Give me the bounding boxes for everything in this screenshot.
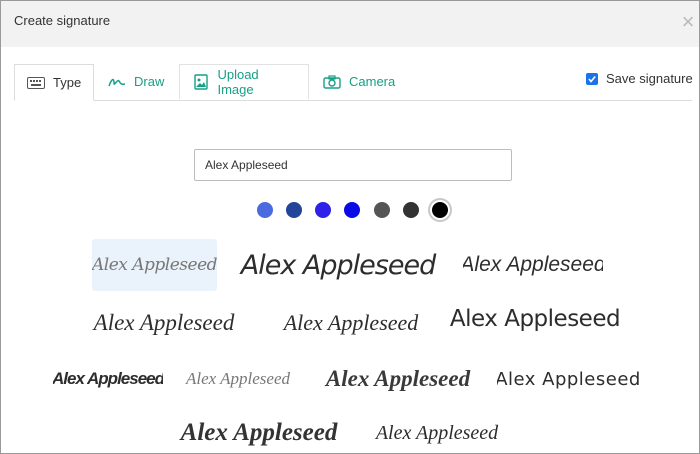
color-swatch[interactable] [286,202,302,218]
signature-option[interactable]: Alex Appleseed [233,241,443,289]
create-signature-dialog: Create signature × Type Draw Upload Imag… [0,0,700,454]
color-swatch[interactable] [257,202,273,218]
color-picker [257,201,457,221]
dialog-title: Create signature [14,13,111,28]
signature-option[interactable]: Alex Appleseed [497,361,639,397]
signature-option[interactable]: Alex Appleseed [53,361,163,397]
signature-option[interactable]: Alex Appleseed [357,415,517,451]
signature-option[interactable]: Alex Appleseed [447,299,623,339]
signature-option[interactable]: Alex Appleseed [315,359,481,399]
save-signature-label: Save signature [606,71,693,86]
tab-upload-image-label: Upload Image [217,67,259,97]
signature-option[interactable]: Alex Appleseed [177,413,341,453]
tab-draw-label: Draw [134,74,165,89]
color-swatch[interactable] [374,202,390,218]
camera-icon [323,74,341,90]
tab-draw[interactable]: Draw [96,64,176,99]
color-swatch[interactable] [344,202,360,218]
tab-upload-image[interactable]: Upload Image [179,64,309,99]
image-icon [192,74,209,90]
tab-type[interactable]: Type [14,64,94,101]
scribble-icon [108,74,126,90]
name-input[interactable] [194,149,512,181]
save-signature-option[interactable]: Save signature [586,71,693,86]
signature-option[interactable]: Alex Appleseed [463,245,603,285]
signature-option[interactable]: Alex Appleseed [92,239,217,291]
signature-option[interactable]: Alex Appleseed [179,361,297,397]
signature-option[interactable]: Alex Appleseed [275,303,427,343]
color-swatch[interactable] [403,202,419,218]
tab-camera-label: Camera [349,74,396,89]
close-icon[interactable]: × [677,11,699,33]
save-signature-checkbox[interactable] [586,72,598,85]
signature-option[interactable]: Alex Appleseed [73,303,255,343]
color-swatch[interactable] [315,202,331,218]
tab-camera[interactable]: Camera [311,64,401,99]
keyboard-icon [27,75,45,91]
dialog-header: Create signature × [1,1,699,47]
color-swatch[interactable] [432,202,448,218]
tab-type-label: Type [53,75,82,90]
